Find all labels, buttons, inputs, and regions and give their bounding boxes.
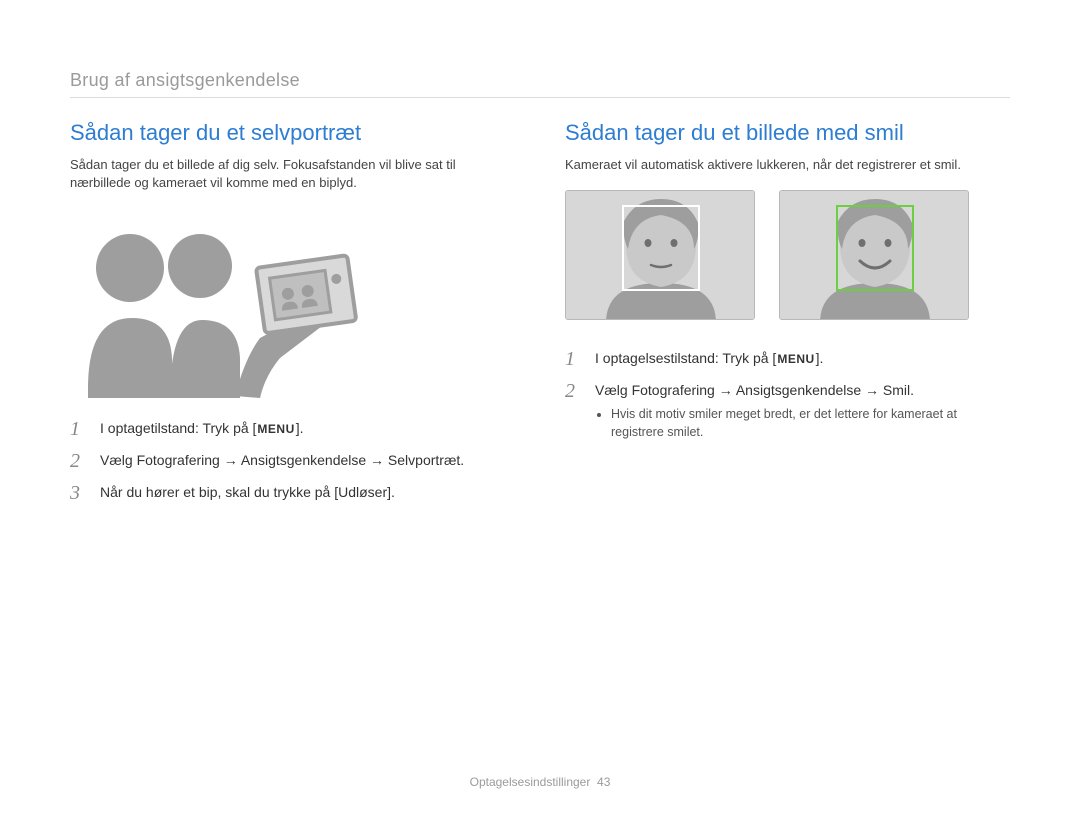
- intro-right: Kameraet vil automatisk aktivere lukkere…: [565, 156, 1010, 174]
- content-columns: Sådan tager du et selvportræt Sådan tage…: [70, 120, 1010, 514]
- step-number: 3: [70, 482, 86, 504]
- focus-box-green: [836, 205, 914, 291]
- step-text-main: Vælg Fotografering → Ansigtsgenkendelse …: [595, 382, 914, 398]
- breadcrumb: Brug af ansigtsgenkendelse: [70, 70, 1010, 91]
- step-text-part: ].: [296, 420, 304, 436]
- step-text-part: I optagelsestilstand: Tryk på [: [595, 350, 776, 366]
- focus-box-white: [622, 205, 700, 291]
- step-number: 1: [565, 348, 581, 370]
- section-title-left: Sådan tager du et selvportræt: [70, 120, 515, 146]
- step-item: 3 Når du hører et bip, skal du trykke på…: [70, 482, 515, 504]
- steps-right: 1 I optagelsestilstand: Tryk på [MENU]. …: [565, 348, 1010, 445]
- step-text-part: ].: [816, 350, 824, 366]
- step-text: Vælg Fotografering → Ansigtsgenkendelse …: [595, 380, 1010, 445]
- step-text: I optagelsestilstand: Tryk på [MENU].: [595, 348, 823, 370]
- step-number: 2: [565, 380, 581, 445]
- section-title-right: Sådan tager du et billede med smil: [565, 120, 1010, 146]
- steps-left: 1 I optagetilstand: Tryk på [MENU]. 2 Væ…: [70, 418, 515, 504]
- step-number: 1: [70, 418, 86, 440]
- step-item: 2 Vælg Fotografering → Ansigtsgenkendels…: [565, 380, 1010, 445]
- step-text: Vælg Fotografering → Ansigtsgenkendelse …: [100, 450, 464, 472]
- step-text: Når du hører et bip, skal du trykke på […: [100, 482, 395, 504]
- menu-chip: MENU: [776, 351, 815, 368]
- column-smile-shot: Sådan tager du et billede med smil Kamer…: [565, 120, 1010, 514]
- divider: [70, 97, 1010, 98]
- step-sub-bullets: Hvis dit motiv smiler meget bredt, er de…: [595, 406, 1010, 441]
- page-footer: Optagelsesindstillinger 43: [0, 775, 1080, 789]
- intro-left: Sådan tager du et billede af dig selv. F…: [70, 156, 515, 192]
- illustration-smile-row: [565, 190, 1010, 320]
- step-number: 2: [70, 450, 86, 472]
- step-item: 2 Vælg Fotografering → Ansigtsgenkendels…: [70, 450, 515, 472]
- step-item: 1 I optagelsestilstand: Tryk på [MENU].: [565, 348, 1010, 370]
- step-text: I optagetilstand: Tryk på [MENU].: [100, 418, 304, 440]
- step-item: 1 I optagetilstand: Tryk på [MENU].: [70, 418, 515, 440]
- smile-frame-detected: [779, 190, 969, 320]
- menu-chip: MENU: [256, 421, 295, 438]
- footer-page-number: 43: [597, 775, 610, 789]
- step-text-part: I optagetilstand: Tryk på [: [100, 420, 256, 436]
- sub-bullet-item: Hvis dit motiv smiler meget bredt, er de…: [611, 406, 1010, 441]
- footer-section: Optagelsesindstillinger: [470, 775, 591, 789]
- smile-frame-neutral: [565, 190, 755, 320]
- illustration-selfie: [70, 208, 370, 398]
- column-self-portrait: Sådan tager du et selvportræt Sådan tage…: [70, 120, 515, 514]
